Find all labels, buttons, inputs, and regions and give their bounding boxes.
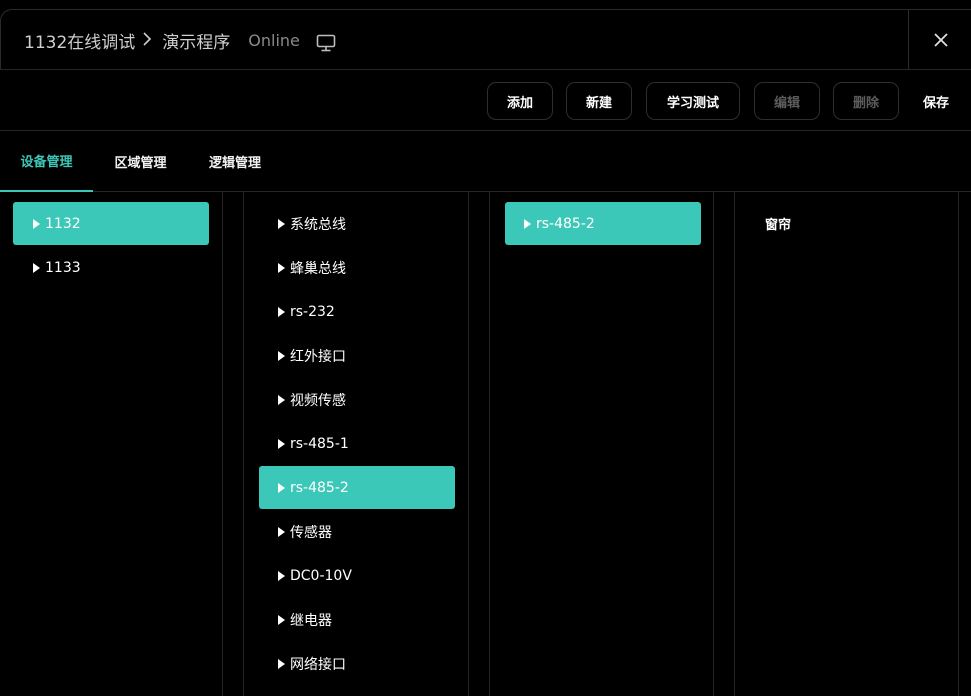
interface-label: rs-485-1: [290, 435, 349, 452]
port-item-selected[interactable]: rs-485-2: [505, 202, 701, 245]
connection-status: Online: [248, 31, 300, 50]
interface-item[interactable]: 红外接口: [259, 334, 455, 377]
learn-test-button[interactable]: 学习测试: [646, 82, 740, 120]
breadcrumb-program: 演示程序: [162, 33, 231, 53]
interface-item[interactable]: 网络接口: [259, 642, 455, 685]
interface-item[interactable]: DC0-10V: [259, 554, 455, 597]
caret-right-icon: [33, 218, 40, 229]
caret-right-icon: [278, 526, 285, 537]
interface-label: rs-232: [290, 303, 335, 320]
caret-right-icon: [278, 218, 285, 229]
close-button[interactable]: [908, 10, 971, 70]
device-column: 1132 1133: [0, 192, 223, 696]
caret-right-icon: [278, 262, 285, 273]
caret-right-icon: [278, 306, 285, 317]
interface-item[interactable]: 系统总线: [259, 202, 455, 245]
close-icon: [933, 33, 948, 47]
tab-area-management[interactable]: 区域管理: [93, 131, 188, 192]
caret-right-icon: [278, 570, 285, 581]
port-column: rs-485-2: [489, 192, 714, 696]
port-label: rs-485-2: [536, 215, 595, 232]
interface-label: 继电器: [290, 612, 332, 629]
caret-right-icon: [524, 218, 531, 229]
interface-item-selected[interactable]: rs-485-2: [259, 466, 455, 509]
interface-label: 网络接口: [290, 656, 346, 673]
device-item-1133[interactable]: 1133: [13, 246, 209, 289]
breadcrumb: 1132在线调试 演示程序 Online: [24, 28, 336, 53]
interface-label: DC0-10V: [290, 567, 352, 584]
tab-bar: 设备管理 区域管理 逻辑管理: [0, 131, 971, 192]
interface-label: 视频传感: [290, 392, 346, 409]
interface-label: rs-485-2: [290, 479, 349, 496]
edit-button[interactable]: 编辑: [754, 82, 820, 120]
save-button[interactable]: 保存: [910, 82, 962, 120]
tab-device-management[interactable]: 设备管理: [0, 131, 93, 192]
caret-right-icon: [278, 350, 285, 361]
caret-right-icon: [278, 482, 285, 493]
endpoint-label: 窗帘: [765, 218, 792, 233]
endpoint-item[interactable]: 窗帘: [750, 202, 946, 245]
interface-item[interactable]: 视频传感: [259, 378, 455, 421]
delete-button[interactable]: 删除: [833, 82, 899, 120]
interface-label: 传感器: [290, 524, 332, 541]
device-label: 1132: [45, 215, 81, 232]
interface-item[interactable]: rs-485-1: [259, 422, 455, 465]
caret-right-icon: [278, 658, 285, 669]
interface-label: 蜂巢总线: [290, 260, 346, 277]
interface-label: 红外接口: [290, 348, 346, 365]
interface-item[interactable]: 蜂巢总线: [259, 246, 455, 289]
caret-right-icon: [278, 614, 285, 625]
toolbar: 添加 新建 学习测试 编辑 删除 保存: [0, 70, 971, 131]
breadcrumb-device[interactable]: 1132在线调试: [24, 28, 135, 53]
interface-item[interactable]: 继电器: [259, 598, 455, 641]
interface-label: 系统总线: [290, 216, 346, 233]
device-label: 1133: [45, 259, 81, 276]
add-button[interactable]: 添加: [487, 82, 553, 120]
interface-item[interactable]: 传感器: [259, 510, 455, 553]
tab-logic-management[interactable]: 逻辑管理: [188, 131, 282, 192]
endpoint-column: 窗帘: [734, 192, 959, 696]
device-item-1132[interactable]: 1132: [13, 202, 209, 245]
new-button[interactable]: 新建: [566, 82, 632, 120]
caret-right-icon: [278, 394, 285, 405]
monitor-icon[interactable]: [316, 34, 336, 52]
interface-item[interactable]: rs-232: [259, 290, 455, 333]
caret-right-icon: [33, 262, 40, 273]
debug-window: 1132在线调试 演示程序 Online 添加 新建 学习测试 编辑 删除 保存…: [0, 0, 971, 696]
caret-right-icon: [278, 438, 285, 449]
window-header: 1132在线调试 演示程序 Online: [0, 9, 971, 70]
chevron-right-icon: [143, 31, 152, 50]
interface-column: 系统总线 蜂巢总线 rs-232 红外接口 视频传感 rs-485-1 rs-4…: [243, 192, 469, 696]
